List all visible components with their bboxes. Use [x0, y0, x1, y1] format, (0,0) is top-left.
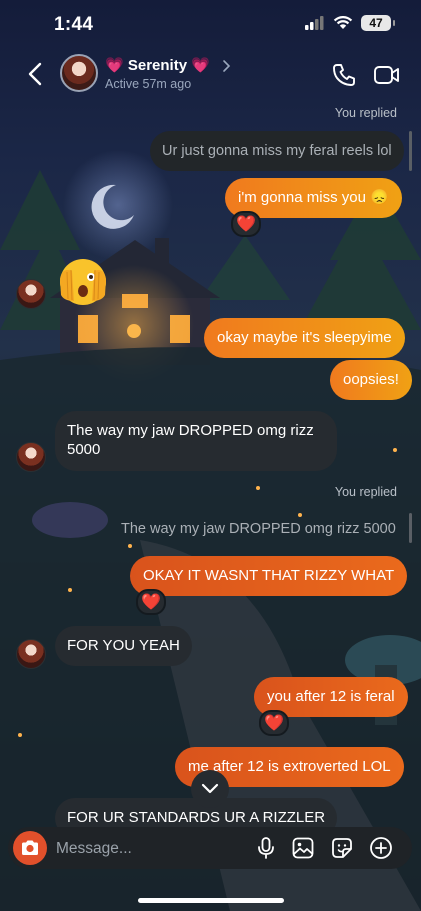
outgoing-message[interactable]: okay maybe it's sleepyime	[204, 318, 405, 358]
heart-reaction[interactable]: ❤️	[136, 589, 166, 615]
reply-indicator-bar	[409, 131, 412, 171]
sticker-icon[interactable]	[330, 836, 354, 860]
wifi-icon	[333, 16, 353, 29]
outgoing-message[interactable]: oopsies!	[330, 360, 412, 400]
plus-circle-icon[interactable]	[369, 836, 393, 860]
camera-icon	[22, 840, 38, 855]
active-status: Active 57m ago	[105, 77, 192, 91]
quoted-message[interactable]: The way my jaw DROPPED omg rizz 5000	[121, 521, 396, 537]
video-camera-icon[interactable]	[373, 62, 401, 88]
incoming-message[interactable]: FOR YOU YEAH	[55, 626, 192, 666]
camera-button[interactable]	[13, 831, 47, 865]
status-icons: 47	[305, 15, 395, 31]
quoted-message[interactable]: Ur just gonna miss my feral reels lol	[150, 131, 404, 171]
microphone-icon[interactable]	[254, 836, 278, 860]
back-arrow-icon[interactable]	[24, 60, 48, 88]
contact-avatar[interactable]	[60, 54, 98, 92]
contact-small-avatar[interactable]	[16, 279, 46, 309]
home-indicator[interactable]	[138, 898, 284, 903]
battery-icon: 47	[361, 15, 395, 31]
heart-reaction[interactable]: ❤️	[231, 211, 261, 237]
phone-icon[interactable]	[331, 62, 357, 88]
clock: 1:44	[54, 14, 94, 35]
message-input[interactable]	[54, 837, 248, 861]
you-replied-label: You replied	[334, 485, 397, 499]
chevron-down-icon	[201, 783, 219, 794]
contact-small-avatar[interactable]	[16, 442, 46, 472]
face-peeking-eye-emoji[interactable]	[58, 255, 108, 307]
you-replied-label: You replied	[334, 106, 397, 120]
chat-header: 💗 Serenity 💗 Active 57m ago	[0, 50, 421, 100]
outgoing-message[interactable]: OKAY IT WASNT THAT RIZZY WHAT	[130, 556, 408, 596]
gallery-icon[interactable]	[291, 836, 315, 860]
contact-small-avatar[interactable]	[16, 639, 46, 669]
incoming-message-line: The way my jaw DROPPED omg rizz	[67, 422, 314, 439]
signal-icon	[305, 16, 324, 30]
chevron-right-icon[interactable]	[222, 59, 232, 73]
status-bar: 1:44 47	[0, 0, 421, 50]
incoming-message-line: 5000	[67, 441, 101, 458]
scroll-to-bottom-button[interactable]	[191, 770, 229, 808]
incoming-message[interactable]: The way my jaw DROPPED omg rizz 5000	[55, 411, 337, 471]
reply-indicator-bar	[409, 513, 412, 543]
heart-reaction[interactable]: ❤️	[259, 710, 289, 736]
contact-name[interactable]: 💗 Serenity 💗	[105, 56, 210, 74]
message-composer	[8, 827, 412, 869]
